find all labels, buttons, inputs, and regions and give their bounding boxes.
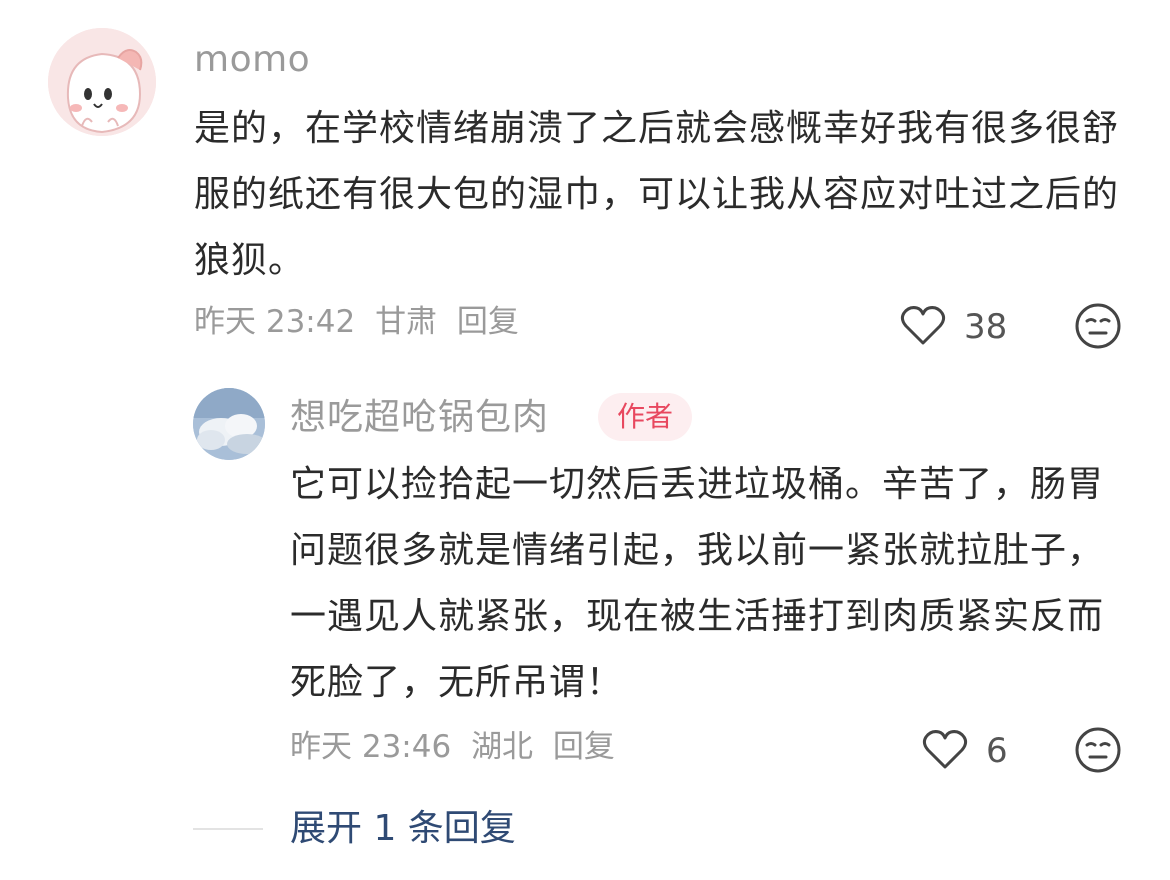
comment-meta: 昨天 23:42 甘肃 回复 [194, 302, 529, 342]
heart-outline-icon[interactable] [922, 728, 968, 774]
meh-face-icon[interactable] [1074, 726, 1122, 778]
comment-location: 甘肃 [375, 304, 438, 340]
divider [193, 828, 263, 830]
heart-outline-icon[interactable] [900, 304, 946, 350]
reply-button[interactable]: 回复 [457, 304, 519, 340]
reply-text: 它可以捡拾起一切然后丢进垃圾桶。辛苦了，肠胃问题很多就是情绪引起，我以前一紧张就… [290, 464, 1105, 703]
expand-replies-link[interactable]: 展开 1 条回复 [290, 806, 516, 852]
reply-avatar[interactable] [193, 388, 265, 460]
reply-like-count: 6 [986, 731, 1008, 771]
avatar[interactable] [48, 28, 156, 136]
reply-username[interactable]: 想吃超呛锅包肉 [290, 394, 549, 442]
sky-avatar-icon [193, 388, 265, 460]
like-button[interactable]: 38 [900, 304, 1007, 350]
reply-reply-button[interactable]: 回复 [553, 729, 615, 765]
comment-time: 昨天 23:42 [194, 304, 356, 340]
meh-face-icon[interactable] [1074, 302, 1122, 354]
username[interactable]: momo [194, 38, 310, 82]
reply-location: 湖北 [471, 729, 534, 765]
dislike-button[interactable] [1074, 302, 1122, 354]
comment-text: 是的，在学校情绪崩溃了之后就会感慨幸好我有很多很舒服的纸还有很大包的湿巾，可以让… [194, 108, 1120, 281]
author-badge: 作者 [598, 393, 692, 441]
like-count: 38 [964, 307, 1008, 347]
reply-meta: 昨天 23:46 湖北 回复 [290, 727, 625, 767]
reply-like-button[interactable]: 6 [922, 728, 1008, 774]
cartoon-avatar-icon [48, 28, 156, 136]
reply-time: 昨天 23:46 [290, 729, 452, 765]
reply-dislike-button[interactable] [1074, 726, 1122, 778]
